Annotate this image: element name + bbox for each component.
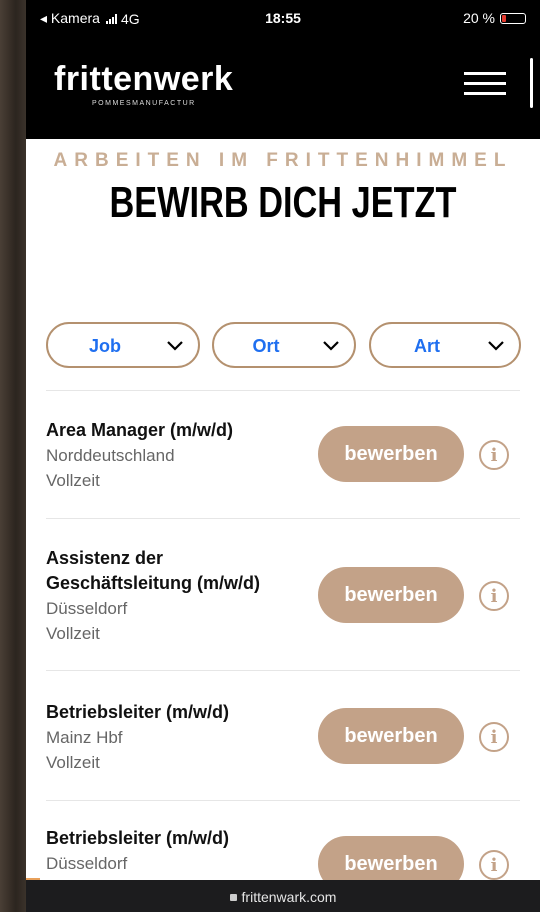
info-icon[interactable]: i: [479, 440, 509, 470]
job-location: Mainz Hbf: [46, 728, 123, 747]
chevron-down-icon: [488, 341, 504, 351]
job-title-line-2[interactable]: Geschäftsleitung (m/w/d): [46, 571, 260, 596]
brand-logo[interactable]: frittenwerk: [54, 60, 233, 99]
battery-percent: 20 %: [463, 10, 495, 26]
job-title[interactable]: Betriebsleiter (m/w/d): [46, 700, 229, 725]
job-location: Norddeutschland: [46, 446, 175, 465]
battery-icon: [500, 12, 526, 24]
lock-icon: [229, 894, 237, 901]
info-icon[interactable]: i: [479, 581, 509, 611]
page-title: BEWIRB DICH JETZT: [109, 178, 457, 227]
job-type: Vollzeit: [46, 753, 100, 772]
apply-button[interactable]: bewerben: [318, 708, 464, 764]
filter-ort[interactable]: Ort: [212, 322, 356, 368]
brand-tagline: POMMESMANUFACTUR: [92, 100, 196, 107]
divider: [46, 800, 520, 801]
status-right: 20 %: [463, 10, 526, 26]
chevron-down-icon: [323, 341, 339, 351]
job-type: Vollzeit: [46, 471, 100, 490]
apply-button[interactable]: bewerben: [318, 426, 464, 482]
job-title[interactable]: Betriebsleiter (m/w/d): [46, 826, 229, 851]
job-type: Vollzeit: [46, 624, 100, 643]
chevron-down-icon: [167, 341, 183, 351]
scroll-indicator: [530, 58, 533, 108]
info-icon[interactable]: i: [479, 850, 509, 880]
filter-job-label: Job: [88, 336, 121, 356]
section-kicker: ARBEITEN IM FRITTENHIMMEL: [53, 150, 513, 171]
job-title[interactable]: Area Manager (m/w/d): [46, 418, 233, 443]
site-header: ◂ Kamera 4G 18:55 20 % frittenwerk POMME…: [26, 0, 540, 139]
filter-ort-label: Ort: [252, 336, 280, 356]
filter-job[interactable]: Job: [46, 322, 200, 368]
divider: [46, 670, 520, 671]
divider: [46, 390, 520, 391]
job-title[interactable]: Assistenz der: [46, 546, 163, 571]
job-location: Düsseldorf: [46, 854, 128, 873]
url-text: frittenwark.com: [241, 889, 337, 905]
background-edge: [0, 0, 26, 912]
filter-art-label: Art: [414, 336, 440, 356]
browser-url-bar[interactable]: frittenwark.com: [26, 880, 540, 912]
divider: [46, 518, 520, 519]
filter-art[interactable]: Art: [369, 322, 521, 368]
status-bar: ◂ Kamera 4G 18:55 20 %: [26, 0, 540, 36]
job-location: Düsseldorf: [46, 599, 128, 618]
menu-icon[interactable]: [464, 72, 506, 96]
apply-button[interactable]: bewerben: [318, 567, 464, 623]
phone-screen: ◂ Kamera 4G 18:55 20 % frittenwerk POMME…: [26, 0, 540, 912]
info-icon[interactable]: i: [479, 722, 509, 752]
